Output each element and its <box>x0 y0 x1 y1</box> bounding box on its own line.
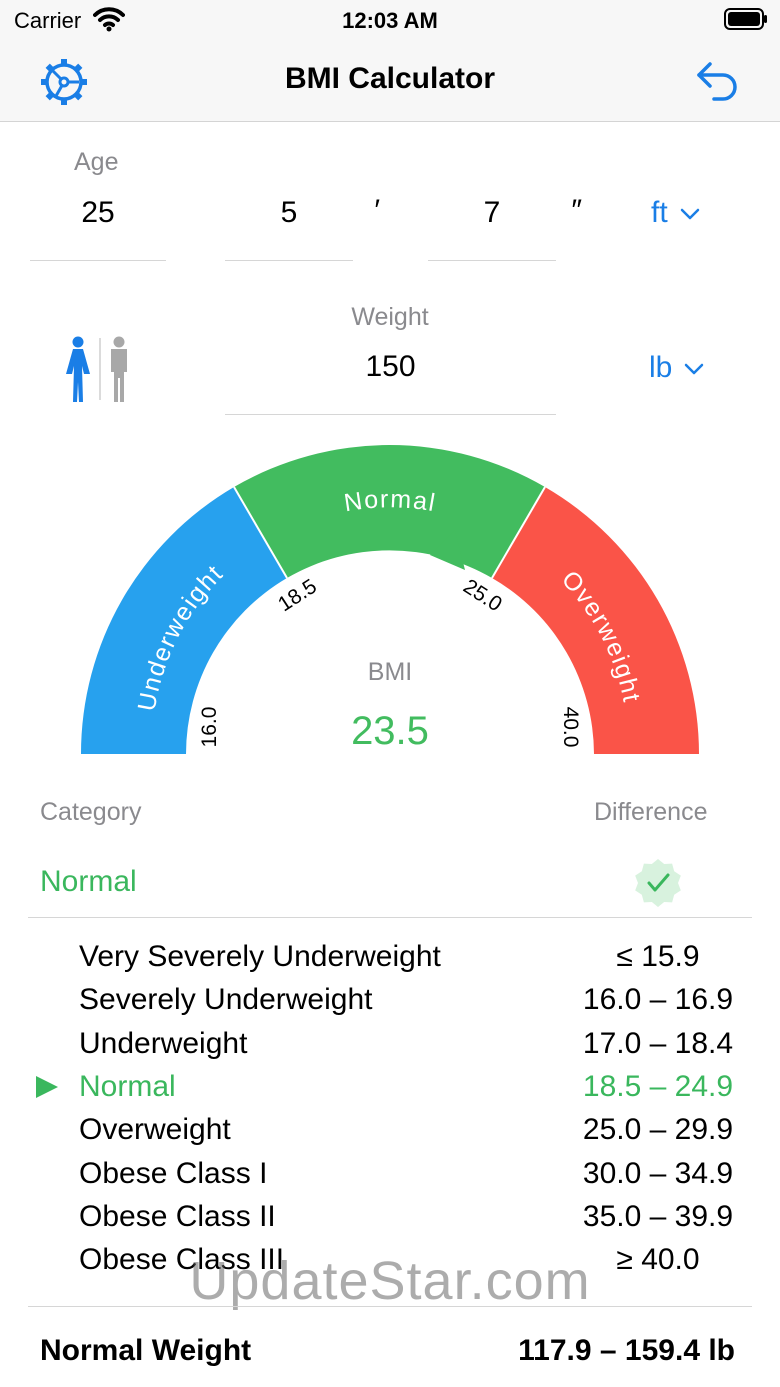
bmi-label: BMI <box>368 658 412 686</box>
difference-header: Difference <box>594 798 708 826</box>
height-inches-underline <box>428 260 556 261</box>
age-label: Age <box>74 148 119 176</box>
height-unit-label: ft <box>651 196 668 229</box>
current-row-arrow-icon <box>36 1076 58 1098</box>
weight-label: Weight <box>351 303 429 331</box>
category-name: Obese Class I <box>79 1157 268 1190</box>
category-range: 18.5 – 24.9 <box>582 1070 734 1103</box>
table-row: Very Severely Underweight ≤ 15.9 <box>0 940 780 983</box>
divider <box>28 1306 752 1307</box>
category-name: Severely Underweight <box>79 983 373 1016</box>
weight-underline <box>225 414 556 415</box>
bmi-gauge: Underweight Normal Overweight 16.0 18.5 … <box>80 445 699 754</box>
clock: 12:03 AM <box>342 8 438 33</box>
category-range: 17.0 – 18.4 <box>582 1027 734 1060</box>
bmi-value: 23.5 <box>351 709 429 753</box>
battery-icon <box>724 8 767 30</box>
height-feet-field[interactable]: 5 <box>225 196 353 230</box>
category-header: Category <box>40 798 142 826</box>
weight-unit-select[interactable]: lb <box>649 351 704 385</box>
category-name: Overweight <box>79 1113 231 1146</box>
category-name: Very Severely Underweight <box>79 940 441 973</box>
current-category: Normal <box>40 865 137 898</box>
male-icon <box>111 336 127 402</box>
category-name: Obese Class II <box>79 1200 276 1233</box>
undo-icon[interactable] <box>694 58 740 102</box>
page-title: BMI Calculator <box>284 62 496 95</box>
category-name: Normal <box>79 1070 176 1103</box>
tick-label-16: 16.0 <box>198 707 221 748</box>
gender-toggle[interactable] <box>60 336 140 402</box>
table-row: Normal 18.5 – 24.9 <box>0 1070 780 1113</box>
status-bar: Carrier 12:03 AM <box>0 0 780 40</box>
category-range: 16.0 – 16.9 <box>582 983 734 1016</box>
height-inches-field[interactable]: 7 <box>428 196 556 230</box>
category-name: Underweight <box>79 1027 248 1060</box>
feet-mark: ′ <box>373 194 379 227</box>
height-unit-select[interactable]: ft <box>651 196 700 230</box>
table-row: Obese Class II 35.0 – 39.9 <box>0 1200 780 1243</box>
category-range: ≤ 15.9 <box>616 940 700 973</box>
navigation-bar: BMI Calculator <box>0 40 780 122</box>
check-badge-icon <box>635 859 681 907</box>
age-underline <box>30 260 166 261</box>
female-icon <box>66 336 90 402</box>
inch-mark: ″ <box>570 194 581 227</box>
table-row: Overweight 25.0 – 29.9 <box>0 1113 780 1156</box>
weight-unit-label: lb <box>649 351 673 384</box>
chevron-down-icon <box>680 208 699 220</box>
category-range: 35.0 – 39.9 <box>582 1200 734 1233</box>
weight-field[interactable]: 150 <box>225 350 556 384</box>
category-range: 30.0 – 34.9 <box>582 1157 734 1190</box>
age-field[interactable]: 25 <box>30 196 166 230</box>
watermark: UpdateStar.com <box>189 1251 591 1311</box>
table-row: Obese Class I 30.0 – 34.9 <box>0 1157 780 1200</box>
normal-weight-label: Normal Weight <box>40 1334 252 1367</box>
table-row: Underweight 17.0 – 18.4 <box>0 1027 780 1070</box>
tick-label-40: 40.0 <box>559 707 582 748</box>
table-row: Severely Underweight 16.0 – 16.9 <box>0 983 780 1026</box>
chevron-down-icon <box>685 363 704 375</box>
height-feet-underline <box>225 260 353 261</box>
category-range: 25.0 – 29.9 <box>582 1113 734 1146</box>
divider <box>28 917 752 918</box>
normal-weight-value: 117.9 – 159.4 lb <box>518 1334 735 1367</box>
